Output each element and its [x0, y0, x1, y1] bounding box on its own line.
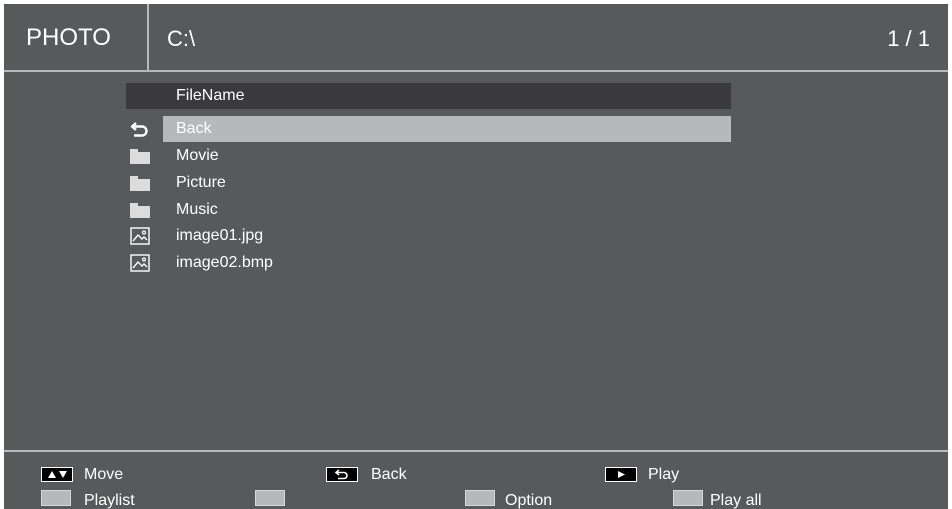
- file-row-label: Music: [176, 201, 218, 218]
- hint-play-all[interactable]: Play all: [673, 490, 823, 509]
- header-bar: PHOTO C:\ 1 / 1: [4, 4, 948, 72]
- mode-title: PHOTO: [26, 24, 111, 51]
- play-key-icon: [605, 467, 637, 482]
- return-key-icon: [326, 467, 358, 482]
- header-divider: [147, 4, 149, 70]
- back-arrow-icon: [130, 120, 150, 138]
- hint-move: Move: [41, 466, 161, 486]
- hint-play-label: Play: [648, 466, 680, 483]
- hint-option-label: Option: [505, 492, 553, 509]
- hint-playlist-label: Playlist: [84, 492, 135, 509]
- green-color-key-icon: [255, 490, 285, 506]
- file-row-back[interactable]: Back: [126, 116, 731, 142]
- image-file-icon: [130, 254, 150, 272]
- file-row-music[interactable]: Music: [126, 197, 731, 223]
- current-path: C:\: [167, 26, 196, 51]
- folder-icon: [130, 201, 150, 219]
- hint-playlist[interactable]: Playlist: [41, 490, 181, 509]
- file-row-label: Movie: [176, 147, 219, 164]
- photo-browser-screen: PHOTO C:\ 1 / 1 FileName Back Movie Pict…: [4, 4, 948, 509]
- hint-move-label: Move: [84, 466, 124, 483]
- filename-column-label: FileName: [176, 87, 245, 104]
- file-row-image02[interactable]: image02.bmp: [126, 250, 731, 276]
- file-row-label: Picture: [176, 174, 226, 191]
- file-row-picture[interactable]: Picture: [126, 170, 731, 196]
- filename-column-header: FileName: [126, 83, 731, 109]
- file-row-label: image01.jpg: [176, 227, 264, 244]
- file-row-label: Back: [163, 116, 731, 142]
- file-row-image01[interactable]: image01.jpg: [126, 223, 731, 249]
- hint-back-label: Back: [371, 466, 407, 483]
- file-row-label: image02.bmp: [176, 254, 273, 271]
- folder-icon: [130, 174, 150, 192]
- hint-option[interactable]: Option: [465, 490, 595, 509]
- image-file-icon: [130, 227, 150, 245]
- blue-color-key-icon: [673, 490, 703, 506]
- hint-back: Back: [326, 466, 446, 486]
- hint-play: Play: [605, 466, 725, 486]
- footer-hint-bar: Move Back Play Playlist Option Play all: [4, 450, 948, 509]
- yellow-color-key-icon: [465, 490, 495, 506]
- red-color-key-icon: [41, 490, 71, 506]
- hint-play-all-label: Play all: [710, 492, 762, 509]
- folder-icon: [130, 147, 150, 165]
- up-down-key-icon: [41, 467, 73, 482]
- file-row-movie[interactable]: Movie: [126, 143, 731, 169]
- page-count: 1 / 1: [887, 26, 930, 51]
- hint-green-key[interactable]: [255, 490, 295, 509]
